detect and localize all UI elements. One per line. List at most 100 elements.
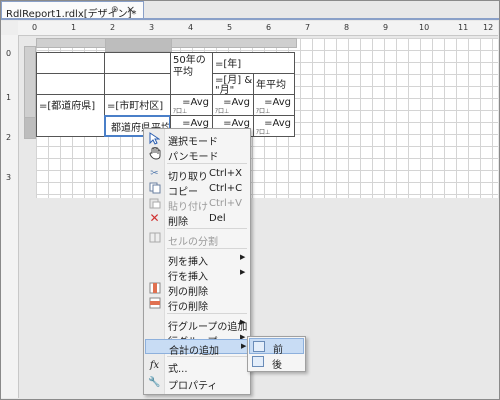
menu-label: 合計の追加 [169,346,219,357]
avg-format: ｱ口⊥ [215,108,230,115]
context-menu: 選択モード パンモード ✂ 切り取り Ctrl+X コピー Ctrl+C 貼り付… [143,128,251,395]
submenu-arrow-icon: ▶ [241,342,247,350]
ruler-mark: 7 [305,23,311,32]
month-expression: =[月] & "月" [215,75,253,95]
ruler-mark: 0 [32,23,38,32]
menu-separator [167,163,247,164]
submenu-label: 後 [272,360,282,371]
ruler-mark: 11 [458,23,469,32]
menu-item-add-row-group[interactable]: 行グループの追加 ▶ [145,316,249,333]
menu-item-select-mode[interactable]: 選択モード [145,131,249,148]
menu-item-insert-column[interactable]: 列を挿入 ▶ [145,251,249,268]
menu-item-add-total[interactable]: 合計の追加 ▶ [145,339,249,357]
horizontal-ruler: 0 1 2 3 4 5 6 7 8 9 10 11 12 [18,21,498,36]
header-corner-cell[interactable] [36,52,105,74]
document-tab[interactable]: RdlReport1.rdlx[デザイン]* ⊕ × [1,1,144,20]
add-total-submenu: 前 後 [247,336,306,372]
menu-label: セルの分割 [168,237,218,248]
header-blank-cell[interactable] [104,52,171,74]
ruler-mark: 5 [227,23,233,32]
close-icon[interactable]: × [126,3,135,16]
submenu-item-after[interactable]: 後 [249,354,304,371]
year-avg-cell[interactable]: 年平均 [253,73,295,95]
menu-item-cut[interactable]: ✂ 切り取り Ctrl+X [145,166,249,183]
avg-format: ｱ口⊥ [256,108,271,115]
avg-cell[interactable]: =Avg ｱ口⊥ [253,115,295,137]
avg-cell[interactable]: =Avg ｱ口⊥ [253,94,295,116]
menu-item-pan-mode[interactable]: パンモード [145,146,249,163]
menu-label: 削除 [168,217,188,228]
menu-label: 行の削除 [168,302,208,313]
avg-format: ｱ口⊥ [173,108,188,115]
split-cells-icon [148,232,161,245]
menu-item-delete-column[interactable]: 列の削除 [145,281,249,298]
scissors-icon: ✂ [150,168,159,179]
menu-shortcut: Ctrl+C [209,183,243,194]
ruler-mark: 2 [110,23,116,32]
selected-column-handle[interactable] [105,38,172,52]
ruler-mark: 9 [383,23,389,32]
arrow-cursor-icon [148,132,161,145]
menu-item-properties[interactable]: 🔧 プロパティ [145,375,249,392]
delete-x-icon: ✕ [149,211,160,225]
menu-label: 式... [168,364,188,375]
menu-item-delete-row[interactable]: 行の削除 [145,296,249,313]
submenu-arrow-icon: ▶ [240,253,246,261]
total-after-icon [252,356,264,367]
avg-cell[interactable]: =Avg ｱ口⊥ [170,94,213,116]
ruler-mark: 12 [483,23,494,32]
prefecture-expression: =[都道府県] [39,101,96,112]
menu-separator [167,228,247,229]
menu-item-delete[interactable]: ✕ 削除 Del [145,211,249,229]
menu-item-paste[interactable]: 貼り付け Ctrl+V [145,196,249,213]
menu-item-split-cells[interactable]: セルの分割 [145,231,249,248]
paste-icon [148,197,161,210]
year-expression: =[年] [215,59,242,70]
ruler-corner [1,21,19,36]
header-avg-cell[interactable]: 50年の平均 [170,52,213,95]
function-icon: fx [149,360,160,371]
submenu-arrow-icon: ▶ [240,318,246,326]
menu-label: プロパティ [168,381,218,392]
year-cell[interactable]: =[年] [212,52,295,74]
menu-shortcut: Ctrl+X [209,168,243,179]
submenu-arrow-icon: ▶ [240,268,246,276]
menu-label: パンモード [168,152,219,163]
ruler-mark: 3 [6,173,12,182]
vertical-ruler: 0 1 2 3 [1,35,19,398]
avg-format: ｱ口⊥ [256,129,271,136]
total-before-icon [253,341,265,352]
delete-row-icon [148,297,161,310]
header-blank-cell-2[interactable] [36,73,105,95]
avg-cell[interactable]: =Avg ｱ口⊥ [212,94,254,116]
wrench-icon: 🔧 [148,377,161,388]
menu-separator [167,313,247,314]
menu-item-copy[interactable]: コピー Ctrl+C [145,181,249,198]
prefecture-cell[interactable]: =[都道府県] [36,94,105,137]
menu-item-expression[interactable]: fx 式... [145,358,249,375]
ruler-mark: 6 [266,23,272,32]
document-tab-strip: RdlReport1.rdlx[デザイン]* ⊕ × [1,1,499,20]
ruler-mark: 1 [6,93,12,102]
menu-separator [167,356,247,357]
ruler-mark: 8 [344,23,350,32]
menu-item-insert-row[interactable]: 行を挿入 ▶ [145,266,249,283]
header-blank-cell-3[interactable] [104,73,171,95]
ruler-mark: 1 [71,23,77,32]
pin-icon[interactable]: ⊕ [111,5,119,15]
city-cell[interactable]: =[市町村区] [104,94,171,116]
city-expression: =[市町村区] [107,101,164,112]
hand-icon [148,146,161,160]
month-cell[interactable]: =[月] & "月" [212,73,254,95]
submenu-item-before[interactable]: 前 [249,338,304,356]
ruler-mark: 0 [6,49,12,58]
menu-shortcut: Del [209,213,226,224]
ruler-mark: 4 [188,23,194,32]
delete-column-icon [148,282,161,295]
ruler-mark: 3 [149,23,155,32]
ruler-mark: 10 [419,23,430,32]
tab-underline [1,18,499,20]
ruler-mark: 2 [6,133,12,142]
selected-row-handle[interactable] [24,117,36,139]
year-avg-label: 年平均 [256,80,286,91]
